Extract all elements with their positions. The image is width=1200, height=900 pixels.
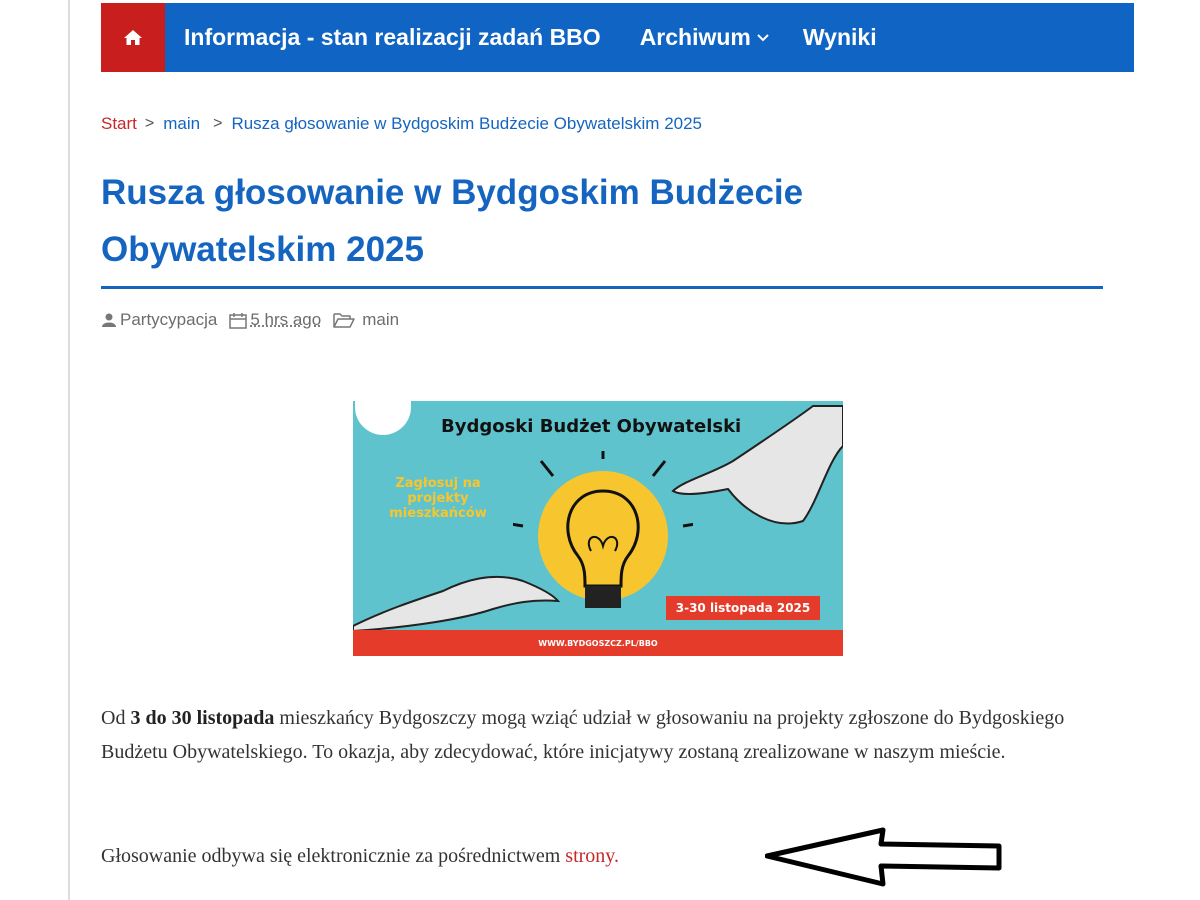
banner-subtitle: Zagłosuj na projekty mieszkańców (389, 476, 487, 521)
nav-item-informacja[interactable]: Informacja - stan realizacji zadań BBO (184, 24, 601, 51)
banner-logo (355, 401, 411, 435)
hand-icon (671, 405, 843, 525)
page-title: Rusza głosowanie w Bydgoskim Budżecie Ob… (101, 173, 804, 269)
nav-item-wyniki[interactable]: Wyniki (803, 24, 877, 51)
nav-item-archiwum[interactable]: Archiwum (640, 24, 769, 51)
article-banner-image: Bydgoski Budżet Obywatelski Zagłosuj na … (353, 401, 843, 656)
breadcrumb-separator: > (213, 115, 223, 132)
voting-site-link[interactable]: strony. (565, 845, 619, 867)
folder-open-icon (333, 312, 355, 328)
article-meta: Partycypacja 5 hrs ago main (101, 310, 399, 330)
left-arrow-annotation (765, 827, 1002, 887)
banner-url: WWW.BYDGOSZCZ.PL/BBO (353, 630, 843, 656)
page-left-border (68, 0, 70, 900)
breadcrumb-separator: > (144, 115, 155, 132)
banner-dates: 3-30 listopada 2025 (666, 596, 820, 620)
breadcrumb-start-link[interactable]: Start (101, 114, 137, 134)
home-icon (124, 30, 142, 45)
nav-home-button[interactable] (101, 3, 165, 72)
title-underline (101, 286, 1103, 289)
post-date[interactable]: 5 hrs ago (250, 310, 321, 330)
category-link[interactable]: main (362, 310, 399, 330)
hand-icon (353, 575, 561, 631)
article-paragraph-1: Od 3 do 30 listopada mieszkańcy Bydgoszc… (101, 707, 1065, 763)
author-link[interactable]: Partycypacja (120, 310, 217, 330)
breadcrumb-current[interactable]: Rusza głosowanie w Bydgoskim Budżecie Ob… (231, 114, 702, 134)
chevron-down-icon (757, 33, 769, 42)
breadcrumb-main-link[interactable]: main (163, 114, 200, 134)
breadcrumb: Start > main > Rusza głosowanie w Bydgos… (101, 114, 702, 134)
calendar-icon (229, 312, 248, 329)
main-navbar: Informacja - stan realizacji zadań BBO A… (101, 3, 1134, 72)
user-icon (101, 313, 117, 327)
